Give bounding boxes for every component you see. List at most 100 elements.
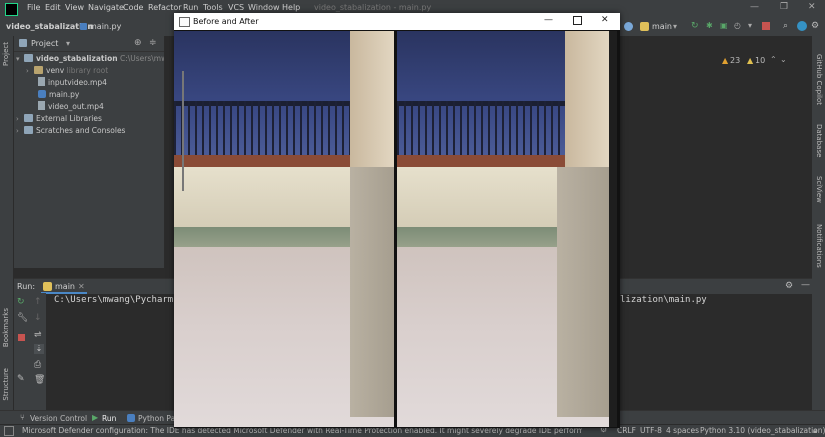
sciview-tool-tab[interactable]: SciView bbox=[815, 176, 823, 203]
scroll-down-icon[interactable]: ↓ bbox=[34, 313, 42, 323]
run-tab-main[interactable]: main bbox=[55, 282, 75, 291]
version-control-tab[interactable]: Version Control bbox=[30, 414, 87, 423]
tree-item-label: inputvideo.mp4 bbox=[48, 78, 107, 87]
coverage-icon[interactable]: ▣ bbox=[720, 21, 728, 30]
run-icon: ▶ bbox=[92, 413, 99, 422]
expand-arrow-icon[interactable]: › bbox=[26, 65, 34, 77]
menu-help[interactable]: Help bbox=[282, 3, 300, 12]
menu-view[interactable]: View bbox=[65, 3, 84, 12]
cv-maximize-icon[interactable] bbox=[573, 16, 582, 25]
project-panel-header: Project ▾ ⊕ ≑ bbox=[14, 36, 164, 52]
run-panel-label: Run: bbox=[17, 282, 36, 291]
tree-item-label: main.py bbox=[49, 90, 80, 99]
locate-icon[interactable]: ⊕ bbox=[134, 38, 142, 48]
tree-item-inputvideo[interactable]: inputvideo.mp4 bbox=[38, 77, 107, 89]
copilot-tool-tab[interactable]: GitHub Copilot bbox=[815, 54, 823, 105]
structure-tool-tab[interactable]: Structure bbox=[2, 368, 10, 401]
python-interpreter[interactable]: Python 3.10 (video_stabalization) bbox=[700, 426, 825, 435]
cv-window-titlebar[interactable]: Before and After — ✕ bbox=[174, 13, 620, 30]
debug-icon[interactable]: ✱ bbox=[706, 21, 713, 30]
print-icon[interactable]: ⎙ bbox=[34, 360, 41, 370]
menu-vcs[interactable]: VCS bbox=[228, 3, 244, 12]
wrench-icon[interactable]: 🔧︎ bbox=[17, 313, 28, 323]
rerun-icon[interactable]: ↻ bbox=[17, 297, 25, 307]
weak-warnings-count[interactable]: 10 bbox=[755, 56, 765, 65]
scroll-to-end-icon[interactable]: ⇣ bbox=[34, 344, 44, 354]
project-view-chevron-icon[interactable]: ▾ bbox=[66, 39, 70, 48]
menu-navigate[interactable]: Navigate bbox=[88, 3, 124, 12]
python-file-icon bbox=[80, 23, 87, 30]
status-toggle-icon[interactable] bbox=[4, 426, 14, 436]
tree-item-scratches[interactable]: › Scratches and Consoles bbox=[16, 125, 125, 137]
tree-item-main-py[interactable]: main.py bbox=[38, 89, 79, 101]
scratches-icon bbox=[24, 126, 33, 134]
stop-icon[interactable] bbox=[762, 22, 770, 30]
balcony-railing bbox=[174, 101, 350, 155]
project-tool-tab[interactable]: Project bbox=[2, 42, 10, 66]
weak-warning-icon[interactable]: ▲ bbox=[747, 56, 753, 65]
indent-setting[interactable]: 4 spaces bbox=[666, 426, 699, 435]
hide-panel-icon[interactable]: — bbox=[801, 280, 810, 290]
menu-tools[interactable]: Tools bbox=[203, 3, 223, 12]
tree-item-venv[interactable]: › venv library root bbox=[26, 65, 108, 77]
close-tab-icon[interactable]: ✕ bbox=[78, 282, 85, 291]
expand-arrow-icon[interactable]: › bbox=[16, 125, 24, 137]
side-wall bbox=[557, 167, 609, 417]
lock-icon[interactable]: 🔒︎ bbox=[813, 426, 817, 436]
ide-close-icon[interactable]: ✕ bbox=[808, 2, 816, 12]
scroll-up-icon[interactable]: ↑ bbox=[34, 297, 42, 307]
cv-minimize-icon[interactable]: — bbox=[544, 15, 553, 25]
run-config-select[interactable]: main bbox=[652, 22, 672, 31]
pycharm-logo-icon bbox=[5, 3, 18, 16]
tree-item-video-out[interactable]: video_out.mp4 bbox=[38, 101, 104, 113]
expand-arrow-icon[interactable]: ▾ bbox=[16, 53, 24, 65]
gear-icon[interactable]: ⚙ bbox=[811, 21, 819, 31]
rerun-icon[interactable]: ↻ bbox=[691, 21, 699, 31]
ide-minimize-icon[interactable]: — bbox=[750, 2, 759, 12]
expand-arrow-icon[interactable]: › bbox=[16, 113, 24, 125]
pin-icon[interactable]: ✎ bbox=[17, 374, 25, 384]
warning-icon[interactable]: ▲ bbox=[722, 56, 728, 65]
chevron-down-icon[interactable]: ▾ bbox=[673, 22, 677, 31]
menu-code[interactable]: Code bbox=[123, 3, 143, 12]
chevron-down-icon[interactable]: ⌄ bbox=[780, 55, 787, 64]
balcony-railing bbox=[397, 101, 565, 155]
stop-icon[interactable] bbox=[18, 334, 25, 341]
notifications-tool-tab[interactable]: Notifications bbox=[815, 224, 823, 268]
before-after-window[interactable]: Before and After — ✕ bbox=[174, 13, 620, 428]
menu-edit[interactable]: Edit bbox=[45, 3, 61, 12]
menu-window[interactable]: Window bbox=[248, 3, 280, 12]
database-tool-tab[interactable]: Database bbox=[815, 124, 823, 157]
ide-restore-icon[interactable]: ❐ bbox=[780, 2, 788, 12]
tree-root-label: video_stabalization bbox=[36, 54, 118, 63]
library-icon bbox=[24, 114, 33, 122]
menu-file[interactable]: File bbox=[27, 3, 40, 12]
python-packages-icon bbox=[127, 414, 135, 422]
file-encoding[interactable]: UTF-8 bbox=[640, 426, 662, 435]
pole bbox=[182, 71, 184, 191]
gear-icon[interactable]: ⚙ bbox=[785, 281, 793, 291]
profile-icon[interactable]: ◴ bbox=[734, 21, 741, 30]
menu-refactor[interactable]: Refactor bbox=[148, 3, 182, 12]
project-panel-title[interactable]: Project bbox=[31, 39, 58, 48]
cv-close-icon[interactable]: ✕ bbox=[601, 15, 609, 25]
console-output-left: C:\Users\mwang\PycharmPro bbox=[54, 295, 190, 305]
warnings-count[interactable]: 23 bbox=[730, 56, 740, 65]
tree-item-external-libraries[interactable]: › External Libraries bbox=[16, 113, 102, 125]
update-icon[interactable] bbox=[797, 21, 807, 31]
chevron-up-icon[interactable]: ⌃ bbox=[770, 55, 777, 64]
more-run-icon[interactable]: ▾ bbox=[748, 21, 752, 30]
building-wall bbox=[565, 31, 609, 179]
app-window-icon bbox=[179, 17, 190, 27]
run-tool-tab[interactable]: Run bbox=[102, 414, 116, 423]
vcs-user-icon[interactable] bbox=[624, 22, 633, 31]
collapse-all-icon[interactable]: ≑ bbox=[149, 38, 157, 48]
search-icon[interactable]: ⌕ bbox=[783, 21, 788, 31]
bookmarks-tool-tab[interactable]: Bookmarks bbox=[2, 308, 10, 347]
menu-run[interactable]: Run bbox=[183, 3, 198, 12]
right-tool-stripe: GitHub Copilot Database SciView Notifica… bbox=[812, 36, 825, 410]
after-frame bbox=[397, 31, 617, 427]
trash-icon[interactable]: 🗑︎ bbox=[34, 375, 45, 385]
breadcrumb-file[interactable]: main.py bbox=[89, 22, 121, 31]
soft-wrap-icon[interactable]: ⇌ bbox=[34, 330, 42, 340]
